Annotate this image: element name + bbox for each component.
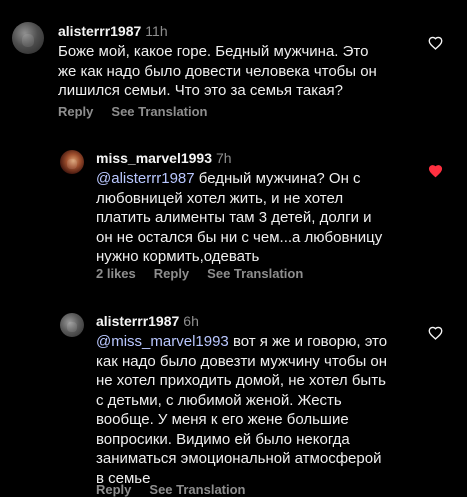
username[interactable]: alisterrr1987 [96,313,179,329]
comment-body: вот я же и говорю, это как надо было дов… [96,333,388,487]
username[interactable]: alisterrr1987 [58,23,141,39]
see-translation-button[interactable]: See Translation [111,104,207,119]
username[interactable]: miss_marvel1993 [96,150,212,166]
reply-button[interactable]: Reply [154,266,189,281]
heart-outline-icon[interactable] [428,326,443,340]
reply-button[interactable]: Reply [58,104,93,119]
avatar[interactable] [60,313,84,337]
likes-count[interactable]: 2 likes [96,266,136,281]
comment-time: 11h [145,23,168,39]
avatar[interactable] [12,22,44,54]
reply-button[interactable]: Reply [96,482,131,497]
comment-body: Боже мой, какое горе. Бедный мужчина. Эт… [58,43,377,99]
see-translation-button[interactable]: See Translation [149,482,245,497]
comment-actions: 2 likes Reply See Translation [96,266,321,281]
heart-outline-icon[interactable] [428,36,443,50]
see-translation-button[interactable]: See Translation [207,266,303,281]
comment-author[interactable]: alisterrr1987 6h [96,313,199,329]
comment-time: 6h [183,313,199,329]
mention-link[interactable]: @miss_marvel1993 [96,333,229,350]
comment-actions: Reply See Translation [58,104,226,119]
comment-author[interactable]: miss_marvel1993 7h [96,150,232,166]
heart-filled-icon[interactable] [428,164,443,178]
comment-text: @miss_marvel1993 вот я же и говорю, это … [96,332,426,488]
comment-text: @alisterrr1987 бедный мужчина? Он с любо… [96,169,426,267]
comment-author[interactable]: alisterrr1987 11h [58,23,168,39]
comment-actions: Reply See Translation [96,482,264,497]
avatar[interactable] [60,150,84,174]
mention-link[interactable]: @alisterrr1987 [96,170,195,187]
comment-time: 7h [216,150,232,166]
comment-text: Боже мой, какое горе. Бедный мужчина. Эт… [58,42,428,101]
